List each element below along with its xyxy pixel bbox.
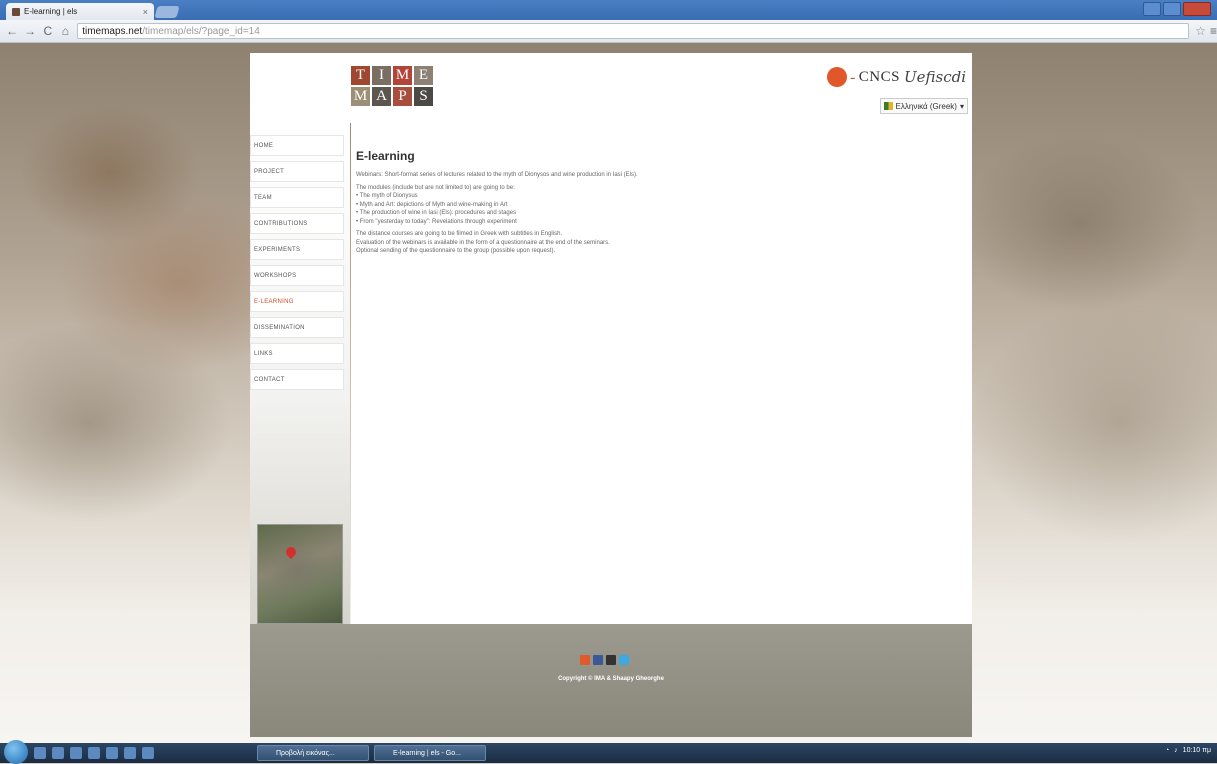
tray-network-icon[interactable]: ◔: [1165, 747, 1169, 754]
logo-letter: S: [414, 87, 433, 106]
tray-volume-icon[interactable]: ♪: [1174, 747, 1178, 754]
minimize-icon[interactable]: [1143, 2, 1161, 16]
rss-icon[interactable]: [580, 655, 590, 665]
sidebar-item-project[interactable]: PROJECT: [250, 161, 344, 182]
tab-favicon-icon: [12, 7, 20, 16]
page-viewport: T I M E M A P S ▬ CNCS Uefiscdi Ελληνικά…: [0, 43, 1217, 743]
taskbar-button[interactable]: Προβολή εικόνας...: [257, 745, 369, 761]
map-pin-icon: [283, 544, 299, 560]
sidebar-item-contact[interactable]: CONTACT: [250, 369, 344, 390]
browser-toolbar: ← → C ⌂ timemaps.net/timemap/els/?page_i…: [0, 20, 1217, 43]
quick-launch-icon[interactable]: [52, 747, 64, 759]
quick-launch-icon[interactable]: [34, 747, 46, 759]
system-tray: ◔ ♪ 10:10 πμ: [1165, 747, 1211, 754]
partner-circle-logo: [826, 67, 847, 87]
tab-close-icon[interactable]: ×: [143, 7, 148, 17]
page-title: E-learning: [356, 149, 415, 163]
copyright-text: Copyright © IMA & Shaapy Gheorghe: [558, 676, 664, 682]
window-controls: [1143, 2, 1211, 16]
twitter-icon[interactable]: [619, 655, 629, 665]
list-item: • The production of wine in Iasi (Els): …: [356, 210, 517, 216]
taskbar-button[interactable]: E-learning | els - Go...: [374, 745, 486, 761]
logo-letter: A: [372, 87, 391, 106]
site-container: T I M E M A P S ▬ CNCS Uefiscdi Ελληνικά…: [250, 53, 972, 737]
module-list: • The myth of Dionysus • Myth and Art: d…: [356, 192, 956, 226]
language-flag-icon: [883, 102, 893, 110]
browser-titlebar: E-learning | els ×: [0, 0, 1217, 20]
list-item: • The myth of Dionysus: [356, 193, 418, 199]
location-map[interactable]: [257, 524, 343, 624]
back-arrow-icon[interactable]: ←: [6, 24, 18, 38]
sidebar-item-links[interactable]: LINKS: [250, 343, 344, 364]
site-footer: Copyright © IMA & Shaapy Gheorghe: [250, 624, 972, 737]
language-selector[interactable]: Ελληνικά (Greek) ▾: [879, 98, 968, 114]
sidebar-item-workshops[interactable]: WORKSHOPS: [250, 265, 344, 286]
facebook-icon[interactable]: [593, 655, 603, 665]
maximize-icon[interactable]: [1163, 2, 1181, 16]
forward-arrow-icon[interactable]: →: [24, 24, 36, 38]
social-links: [580, 655, 629, 665]
partner-uefiscdi-logo: Uefiscdi: [903, 68, 966, 86]
site-header: T I M E M A P S ▬ CNCS Uefiscdi Ελληνικά…: [250, 53, 972, 123]
sidebar: HOME PROJECT TEAM CONTRIBUTIONS EXPERIME…: [250, 123, 350, 624]
sidebar-item-team[interactable]: TEAM: [250, 187, 344, 208]
main-content: E-learning Webinars: Short-format series…: [351, 123, 972, 624]
body-paragraph: Optional sending of the questionnaire to…: [356, 248, 556, 254]
list-item: • Myth and Art: depictions of Myth and w…: [356, 201, 508, 208]
page-body: Webinars: Short-format series of lecture…: [356, 171, 956, 260]
body-paragraph: Evaluation of the webinars is available …: [356, 239, 610, 246]
body-paragraph: The modules (include but are not limited…: [356, 184, 515, 191]
logo-letter: M: [351, 87, 370, 106]
quick-launch-icon[interactable]: [124, 747, 136, 759]
logo-letter: P: [393, 87, 412, 106]
start-button[interactable]: [4, 740, 28, 764]
quick-launch-icon[interactable]: [142, 747, 154, 759]
clock[interactable]: 10:10 πμ: [1183, 747, 1211, 754]
menu-icon[interactable]: ≡: [1210, 24, 1217, 38]
new-tab-button[interactable]: [154, 6, 180, 18]
close-window-icon[interactable]: [1183, 2, 1211, 16]
body-paragraph: The distance courses are going to be fil…: [356, 231, 563, 237]
logo-letter: E: [414, 66, 433, 85]
address-bar[interactable]: timemaps.net/timemap/els/?page_id=14: [77, 23, 1190, 39]
body-paragraph: Webinars: Short-format series of lecture…: [356, 172, 638, 178]
url-host: timemaps.net: [82, 25, 143, 37]
list-item: • From "yesterday to today": Revelations…: [356, 218, 517, 225]
sidebar-item-e-learning[interactable]: E-LEARNING: [250, 291, 344, 312]
quick-launch-icon[interactable]: [88, 747, 100, 759]
sidebar-item-contributions[interactable]: CONTRIBUTIONS: [250, 213, 344, 234]
logo-letter: M: [393, 66, 412, 85]
os-taskbar: Προβολή εικόνας... E-learning | els - Go…: [0, 740, 1217, 764]
sidebar-item-experiments[interactable]: EXPERIMENTS: [250, 239, 344, 260]
language-label: Ελληνικά (Greek): [895, 101, 957, 111]
sidebar-item-home[interactable]: HOME: [250, 135, 344, 156]
partner-logos: ▬ CNCS Uefiscdi: [826, 67, 966, 87]
url-path: /timemap/els/?page_id=14: [142, 25, 260, 37]
tab-title: E-learning | els: [24, 7, 78, 16]
logo-letter: I: [372, 66, 391, 85]
google-plus-icon[interactable]: [606, 655, 616, 665]
browser-tab[interactable]: E-learning | els ×: [6, 3, 154, 20]
partner-cncs-logo: CNCS: [858, 68, 900, 85]
logo-letter: T: [351, 66, 370, 85]
quick-launch-icon[interactable]: [70, 747, 82, 759]
timemaps-logo[interactable]: T I M E M A P S: [351, 66, 433, 108]
bookmark-star-icon[interactable]: ☆: [1195, 24, 1206, 38]
quick-launch: [34, 747, 154, 759]
home-icon[interactable]: ⌂: [60, 24, 72, 38]
quick-launch-icon[interactable]: [106, 747, 118, 759]
sidebar-item-dissemination[interactable]: DISSEMINATION: [250, 317, 344, 338]
chevron-down-icon: ▾: [959, 101, 964, 111]
partner-small-logo: ▬: [850, 74, 855, 80]
sidebar-nav: HOME PROJECT TEAM CONTRIBUTIONS EXPERIME…: [250, 135, 350, 390]
reload-icon[interactable]: C: [42, 24, 54, 38]
